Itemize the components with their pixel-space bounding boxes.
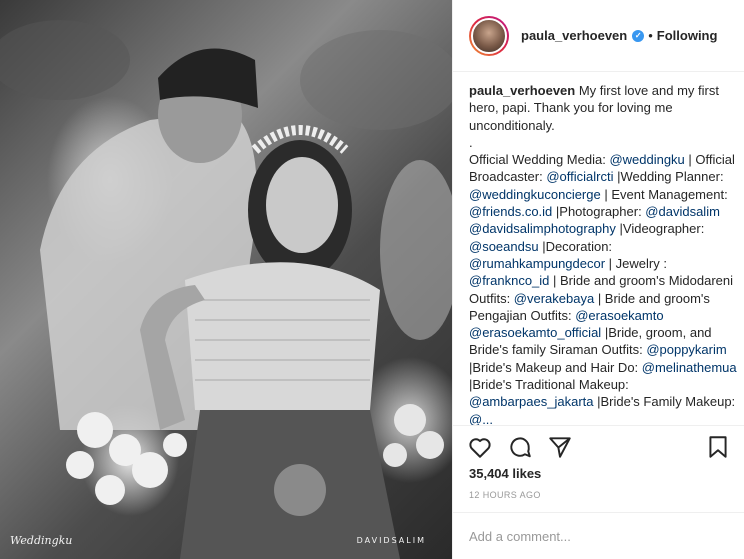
caption-text: | Jewelry : bbox=[605, 255, 667, 271]
caption-text: |Decoration: bbox=[538, 238, 613, 254]
mention-link[interactable]: @verakebaya bbox=[514, 291, 594, 306]
comment-icon[interactable] bbox=[507, 434, 533, 460]
caption-text: Official Wedding Media: bbox=[469, 152, 610, 168]
caption-text: |Videographer: bbox=[615, 221, 705, 237]
photo-illustration bbox=[0, 20, 452, 559]
mention-link[interactable]: @davidsalim bbox=[645, 204, 720, 219]
photo-watermark-left: Weddingku bbox=[10, 534, 73, 547]
mention-link[interactable]: @... bbox=[469, 412, 493, 426]
caption-text: | Event Management: bbox=[600, 186, 728, 202]
likes-count[interactable]: 35,404 likes bbox=[469, 466, 541, 481]
mention-link[interactable]: @poppykarim bbox=[646, 342, 726, 357]
post-caption: paula_verhoeven My first love and my fir… bbox=[469, 82, 739, 426]
share-icon[interactable] bbox=[547, 434, 573, 460]
caption-text: |Wedding Planner: bbox=[613, 169, 724, 185]
mention-link[interactable]: @franknco_id bbox=[469, 273, 549, 288]
mention-link[interactable]: @davidsalimphotography bbox=[469, 221, 616, 236]
mention-link[interactable]: @weddingku bbox=[609, 152, 684, 167]
post-timestamp[interactable]: 12 HOURS AGO bbox=[469, 490, 541, 500]
post-header: paula_verhoeven ✓ • Following bbox=[453, 0, 744, 72]
mention-link[interactable]: @erasoekamto_official bbox=[469, 325, 601, 340]
mention-link[interactable]: @officialrcti bbox=[546, 169, 613, 184]
caption-dot: . bbox=[469, 134, 473, 150]
verified-badge-icon: ✓ bbox=[632, 29, 645, 42]
post-side-panel: paula_verhoeven ✓ • Following paula_verh… bbox=[452, 0, 744, 559]
mention-link[interactable]: @soeandsu bbox=[469, 239, 539, 254]
photo-watermark-right: DAVIDSALIM bbox=[356, 536, 426, 545]
comment-box bbox=[453, 512, 744, 559]
mention-link[interactable]: @rumahkampungdecor bbox=[469, 256, 605, 271]
mention-link[interactable]: @melinathemua bbox=[642, 360, 737, 375]
mention-link[interactable]: @friends.co.id bbox=[469, 204, 552, 219]
mention-link[interactable]: @erasoekamto bbox=[575, 308, 663, 323]
avatar[interactable] bbox=[469, 15, 509, 56]
following-button[interactable]: Following bbox=[657, 28, 718, 43]
caption-text: |Bride's Family Makeup: bbox=[593, 394, 736, 410]
caption-text: |Bride's Traditional Makeup: bbox=[469, 377, 629, 393]
comment-input[interactable] bbox=[469, 528, 729, 544]
bookmark-icon[interactable] bbox=[705, 434, 731, 460]
header-separator: • bbox=[648, 28, 653, 43]
caption-username[interactable]: paula_verhoeven bbox=[469, 83, 575, 98]
caption-text: |Bride's Makeup and Hair Do: bbox=[469, 359, 642, 375]
post-photo[interactable]: Weddingku DAVIDSALIM bbox=[0, 0, 452, 559]
mention-link[interactable]: @ambarpaes_jakarta bbox=[469, 394, 593, 409]
caption-text: |Photographer: bbox=[552, 204, 646, 220]
header-username[interactable]: paula_verhoeven bbox=[521, 28, 627, 43]
heart-icon[interactable] bbox=[467, 434, 493, 460]
mention-link[interactable]: @weddingkuconcierge bbox=[469, 187, 601, 202]
action-bar bbox=[453, 425, 744, 467]
